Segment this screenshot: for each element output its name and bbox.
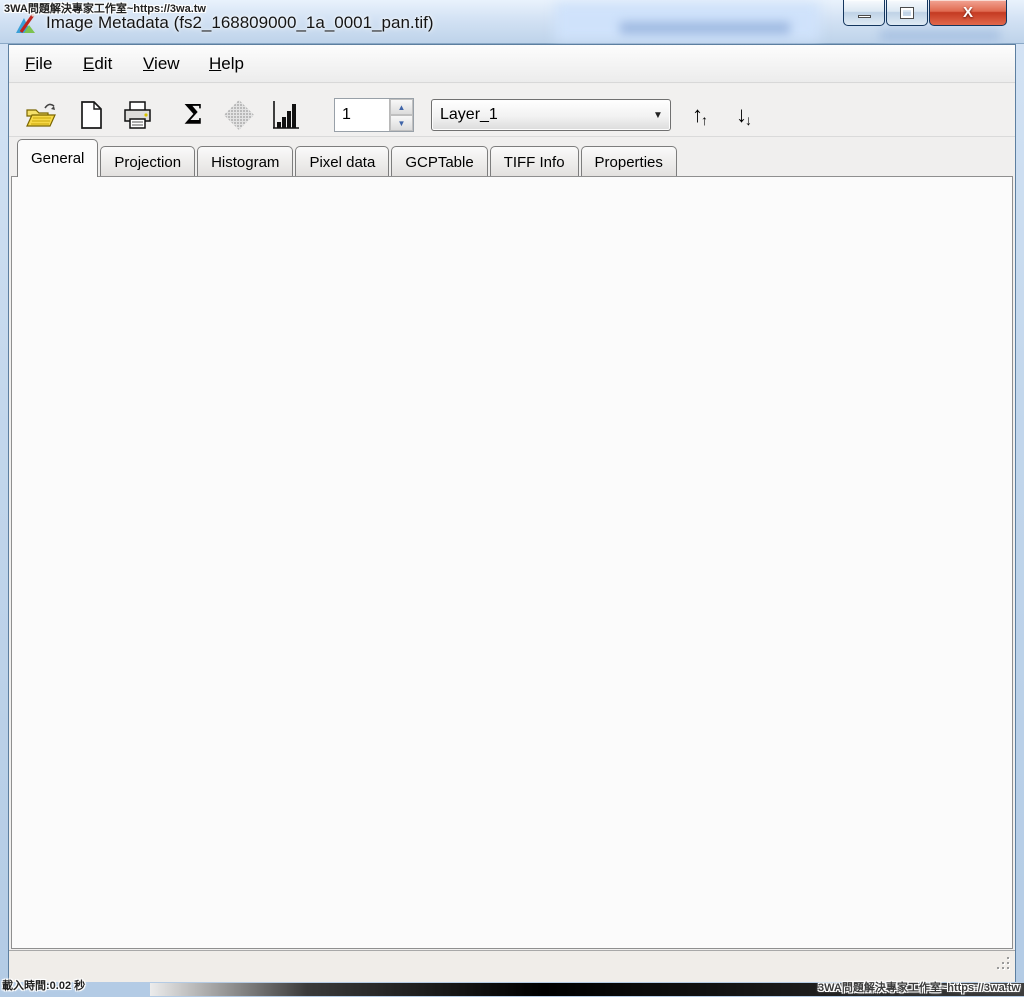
maximize-button[interactable]	[886, 0, 928, 26]
dialog-client-area: File Edit View Help	[8, 44, 1016, 982]
maximize-icon	[901, 8, 913, 18]
minimize-button[interactable]	[843, 0, 885, 26]
background-window-blur	[880, 30, 1000, 42]
histogram-icon	[269, 99, 301, 131]
statistics-sigma-icon: Σ	[183, 102, 202, 129]
window-title: Image Metadata (fs2_168809000_1a_0001_pa…	[46, 13, 434, 33]
tab-general[interactable]: General	[17, 139, 98, 177]
menu-file[interactable]: File	[21, 52, 56, 76]
chevron-down-icon: ▼	[646, 110, 670, 121]
open-file-button[interactable]	[23, 97, 59, 133]
band-spinner-buttons: ▲ ▼	[389, 99, 413, 131]
menu-view[interactable]: View	[139, 52, 184, 76]
tab-gcptable[interactable]: GCPTable	[391, 146, 487, 177]
layer-up-icon: ↑↑	[692, 102, 706, 128]
menu-help[interactable]: Help	[205, 52, 248, 76]
tab-strip: General Projection Histogram Pixel data …	[17, 139, 679, 177]
status-bar	[9, 951, 1015, 982]
tab-properties[interactable]: Properties	[581, 146, 677, 177]
spin-down-icon: ▼	[398, 119, 406, 128]
watermark-top-left: 3WA問題解決專家工作室~https://3wa.tw	[4, 0, 206, 16]
close-icon: X	[963, 4, 973, 21]
spin-up-icon: ▲	[398, 103, 406, 112]
close-button[interactable]: X	[929, 0, 1007, 26]
open-file-icon	[25, 101, 57, 129]
layer-down-icon: ↓↓	[736, 102, 750, 128]
layer-select-combobox[interactable]: Layer_1 ▼	[431, 99, 671, 131]
general-tab-panel	[11, 176, 1013, 949]
pyramid-layers-icon	[222, 98, 256, 132]
print-icon	[122, 100, 152, 130]
layer-select-value: Layer_1	[432, 106, 646, 124]
spin-down-button[interactable]: ▼	[390, 115, 413, 131]
pyramid-layers-button[interactable]	[221, 97, 257, 133]
layer-down-button[interactable]: ↓↓	[725, 97, 761, 133]
layer-up-button[interactable]: ↑↑	[681, 97, 717, 133]
tab-pixel-data[interactable]: Pixel data	[295, 146, 389, 177]
band-number-input[interactable]	[335, 99, 389, 131]
background-window-blur	[620, 22, 790, 34]
watermark-bottom-right: 3WA問題解決專家工作室~https://3wa.tw	[818, 979, 1020, 995]
resize-grip[interactable]	[997, 957, 1011, 971]
band-spinner: ▲ ▼	[334, 98, 414, 132]
compute-statistics-button[interactable]: Σ	[175, 97, 211, 133]
new-document-icon	[78, 100, 104, 130]
minimize-icon	[858, 15, 871, 18]
new-file-button[interactable]	[73, 97, 109, 133]
histogram-button[interactable]	[267, 97, 303, 133]
window-controls: X	[843, 0, 1008, 28]
spin-up-button[interactable]: ▲	[390, 99, 413, 115]
load-time-text: 載入時間:0.02 秒	[2, 977, 85, 993]
print-button[interactable]	[119, 97, 155, 133]
menu-edit[interactable]: Edit	[79, 52, 116, 76]
menu-bar: File Edit View Help	[9, 45, 1015, 83]
tab-projection[interactable]: Projection	[100, 146, 195, 177]
screen: Image Metadata (fs2_168809000_1a_0001_pa…	[0, 0, 1024, 997]
tab-histogram[interactable]: Histogram	[197, 146, 293, 177]
tab-tiff-info[interactable]: TIFF Info	[490, 146, 579, 177]
